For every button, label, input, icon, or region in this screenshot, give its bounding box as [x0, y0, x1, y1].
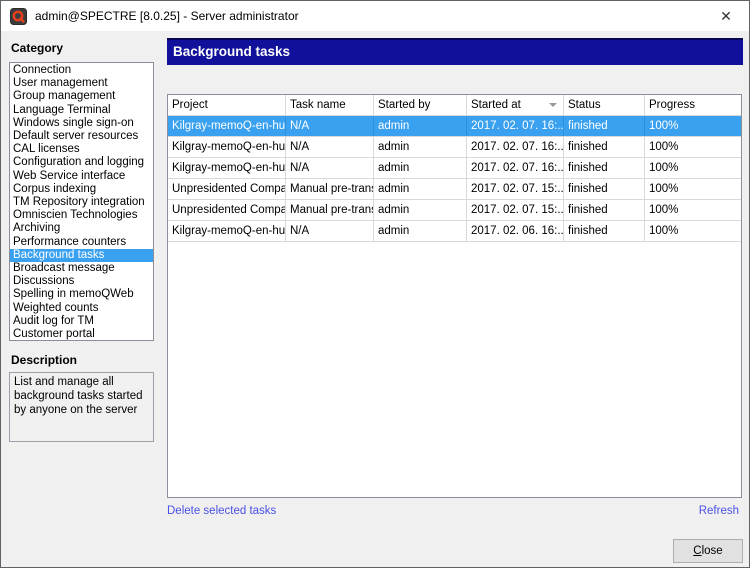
cell-status: finished	[564, 158, 645, 178]
memoq-app-icon	[10, 8, 27, 25]
table-row[interactable]: Unpresidented Company-...Manual pre-tran…	[168, 179, 741, 200]
column-header-status[interactable]: Status	[564, 95, 645, 115]
sidebar-item-default-server-resources[interactable]: Default server resources	[10, 130, 153, 143]
sidebar-item-connection[interactable]: Connection	[10, 64, 153, 77]
sidebar-item-tm-repository-integration[interactable]: TM Repository integration	[10, 196, 153, 209]
cell-progress: 100%	[645, 221, 741, 241]
category-list: ConnectionUser managementGroup managemen…	[9, 62, 154, 341]
close-button[interactable]: Close	[673, 539, 743, 563]
column-header-task-name[interactable]: Task name	[286, 95, 374, 115]
sidebar-item-audit-log-for-tm[interactable]: Audit log for TM	[10, 315, 153, 328]
table-header-row: Project Task name Started by Started at Stat…	[168, 95, 741, 116]
close-icon: ✕	[720, 9, 732, 23]
cell-started-at: 2017. 02. 07. 16:...	[467, 158, 564, 178]
cell-started-at: 2017. 02. 06. 16:...	[467, 221, 564, 241]
cell-started-at: 2017. 02. 07. 15:...	[467, 200, 564, 220]
description-text: List and manage all background tasks sta…	[14, 376, 143, 416]
cell-status: finished	[564, 179, 645, 199]
background-tasks-table: Project Task name Started by Started at Stat…	[167, 94, 742, 498]
cell-started-at: 2017. 02. 07. 16:...	[467, 116, 564, 136]
sidebar-item-background-tasks[interactable]: Background tasks	[10, 249, 153, 262]
sidebar-item-spelling-in-memoqweb[interactable]: Spelling in memoQWeb	[10, 288, 153, 301]
cell-status: finished	[564, 200, 645, 220]
cell-status: finished	[564, 116, 645, 136]
column-header-started-by[interactable]: Started by	[374, 95, 467, 115]
cell-progress: 100%	[645, 158, 741, 178]
table-row[interactable]: Kilgray-memoQ-en-hu4N/Aadmin2017. 02. 06…	[168, 221, 741, 242]
cell-started-at: 2017. 02. 07. 15:...	[467, 179, 564, 199]
cell-started-at: 2017. 02. 07. 16:...	[467, 137, 564, 157]
page-title: Background tasks	[173, 44, 290, 59]
sidebar-item-user-management[interactable]: User management	[10, 77, 153, 90]
cell-status: finished	[564, 137, 645, 157]
cell-task-name: N/A	[286, 158, 374, 178]
table-row[interactable]: Kilgray-memoQ-en-hu2N/Aadmin2017. 02. 07…	[168, 158, 741, 179]
cell-started-by: admin	[374, 137, 467, 157]
window-close-button[interactable]: ✕	[703, 1, 749, 31]
delete-selected-tasks-link[interactable]: Delete selected tasks	[167, 505, 276, 517]
cell-project: Kilgray-memoQ-en-hu	[168, 137, 286, 157]
sidebar-item-broadcast-message[interactable]: Broadcast message	[10, 262, 153, 275]
column-header-progress[interactable]: Progress	[645, 95, 741, 115]
cell-project: Unpresidented Company-...	[168, 179, 286, 199]
cell-progress: 100%	[645, 116, 741, 136]
sidebar-item-performance-counters[interactable]: Performance counters	[10, 236, 153, 249]
sidebar-item-cal-licenses[interactable]: CAL licenses	[10, 143, 153, 156]
server-administrator-window: admin@SPECTRE [8.0.25] - Server administ…	[0, 0, 750, 568]
cell-project: Kilgray-memoQ-en-hu4	[168, 221, 286, 241]
cell-started-by: admin	[374, 116, 467, 136]
refresh-link[interactable]: Refresh	[699, 505, 739, 517]
table-row[interactable]: Kilgray-memoQ-en-huN/Aadmin2017. 02. 07.…	[168, 137, 741, 158]
sidebar-item-customer-portal[interactable]: Customer portal	[10, 328, 153, 341]
cell-status: finished	[564, 221, 645, 241]
sidebar-item-configuration-and-logging[interactable]: Configuration and logging	[10, 156, 153, 169]
page-header: Background tasks	[167, 38, 743, 65]
sidebar-item-web-service-interface[interactable]: Web Service interface	[10, 170, 153, 183]
cell-progress: 100%	[645, 200, 741, 220]
category-label: Category	[11, 41, 63, 55]
cell-task-name: Manual pre-transl...	[286, 200, 374, 220]
cell-task-name: Manual pre-transl...	[286, 179, 374, 199]
sidebar-item-corpus-indexing[interactable]: Corpus indexing	[10, 183, 153, 196]
cell-started-by: admin	[374, 221, 467, 241]
description-box: List and manage all background tasks sta…	[9, 372, 154, 442]
sidebar-item-weighted-counts[interactable]: Weighted counts	[10, 302, 153, 315]
cell-task-name: N/A	[286, 221, 374, 241]
cell-task-name: N/A	[286, 116, 374, 136]
column-header-label: Progress	[649, 99, 695, 111]
sidebar-item-group-management[interactable]: Group management	[10, 90, 153, 103]
table-body: Kilgray-memoQ-en-hu3N/Aadmin2017. 02. 07…	[168, 116, 741, 242]
cell-project: Kilgray-memoQ-en-hu3	[168, 116, 286, 136]
sidebar-item-archiving[interactable]: Archiving	[10, 222, 153, 235]
cell-task-name: N/A	[286, 137, 374, 157]
column-header-label: Task name	[290, 99, 346, 111]
column-header-label: Project	[172, 99, 208, 111]
column-header-label: Status	[568, 99, 601, 111]
sidebar-item-windows-single-sign-on[interactable]: Windows single sign-on	[10, 117, 153, 130]
sort-desc-icon	[549, 103, 557, 107]
cell-started-by: admin	[374, 200, 467, 220]
column-header-label: Started by	[378, 99, 430, 111]
window-titlebar: admin@SPECTRE [8.0.25] - Server administ…	[1, 1, 749, 31]
cell-started-by: admin	[374, 158, 467, 178]
column-header-project[interactable]: Project	[168, 95, 286, 115]
sidebar-item-omniscien-technologies[interactable]: Omniscien Technologies	[10, 209, 153, 222]
cell-project: Kilgray-memoQ-en-hu2	[168, 158, 286, 178]
window-title: admin@SPECTRE [8.0.25] - Server administ…	[35, 9, 299, 23]
description-label: Description	[11, 353, 77, 367]
cell-progress: 100%	[645, 179, 741, 199]
cell-progress: 100%	[645, 137, 741, 157]
table-row[interactable]: Unpresidented Company-...Manual pre-tran…	[168, 200, 741, 221]
cell-started-by: admin	[374, 179, 467, 199]
column-header-started-at[interactable]: Started at	[467, 95, 564, 115]
column-header-label: Started at	[471, 99, 521, 111]
table-row[interactable]: Kilgray-memoQ-en-hu3N/Aadmin2017. 02. 07…	[168, 116, 741, 137]
sidebar-item-discussions[interactable]: Discussions	[10, 275, 153, 288]
cell-project: Unpresidented Company-...	[168, 200, 286, 220]
sidebar-item-language-terminal[interactable]: Language Terminal	[10, 104, 153, 117]
